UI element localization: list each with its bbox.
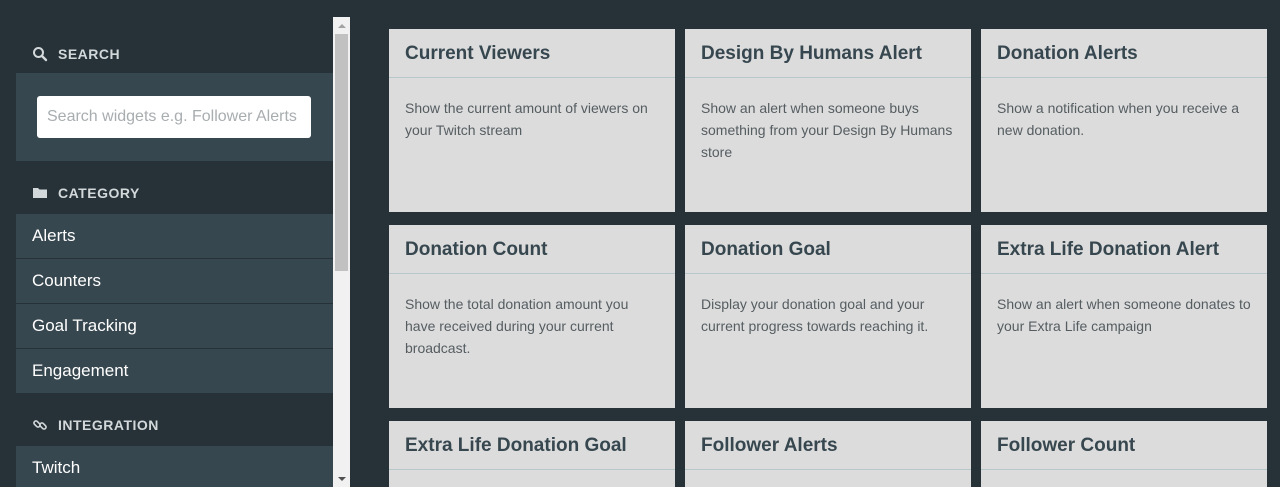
widget-card-follower-count[interactable]: Follower Count [981,421,1267,487]
search-header-label: SEARCH [58,46,121,62]
integration-section-header: INTEGRATION [32,417,159,433]
widget-card-donation-alerts[interactable]: Donation Alerts Show a notification when… [981,29,1267,212]
category-section-header: CATEGORY [32,185,140,201]
search-section-header: SEARCH [32,46,120,62]
widget-card-donation-goal[interactable]: Donation Goal Display your donation goal… [685,225,971,408]
app-root: SEARCH CATEGORY Alerts Counters Goal Tra… [0,0,1280,487]
sidebar-item-alerts[interactable]: Alerts [16,214,333,258]
widget-card-title: Extra Life Donation Alert [981,225,1267,274]
widget-card-title: Donation Alerts [981,29,1267,78]
widget-card-title: Donation Goal [685,225,971,274]
sidebar-item-label: Alerts [32,226,76,245]
search-box [16,73,333,161]
sidebar: SEARCH CATEGORY Alerts Counters Goal Tra… [0,0,333,487]
widget-card-description: Show a notification when you receive a n… [997,100,1240,138]
widget-card-title: Donation Count [389,225,675,274]
scroll-down-arrow-icon[interactable] [333,470,350,487]
widget-card-extra-life-donation-alert[interactable]: Extra Life Donation Alert Show an alert … [981,225,1267,408]
widget-card-follower-alerts[interactable]: Follower Alerts [685,421,971,487]
category-list: Alerts Counters Goal Tracking Engagement [16,214,333,394]
widget-card-description: Show an alert when someone donates to yo… [997,296,1251,334]
widget-card-current-viewers[interactable]: Current Viewers Show the current amount … [389,29,675,212]
widget-card-description: Display your donation goal and your curr… [701,296,929,334]
widget-card-donation-count[interactable]: Donation Count Show the total donation a… [389,225,675,408]
widget-card-title: Current Viewers [389,29,675,78]
widget-card-title: Follower Alerts [685,421,971,470]
scroll-thumb[interactable] [335,34,348,271]
category-header-label: CATEGORY [58,185,140,201]
widget-card-extra-life-donation-goal[interactable]: Extra Life Donation Goal [389,421,675,487]
search-input[interactable] [37,96,311,138]
widget-card-title: Extra Life Donation Goal [389,421,675,470]
folder-icon [32,185,48,201]
widget-card-description: Show the total donation amount you have … [405,296,629,356]
sidebar-item-counters[interactable]: Counters [16,259,333,303]
widget-card-title: Design By Humans Alert [685,29,971,78]
search-icon [32,46,48,62]
sidebar-item-label: Counters [32,271,101,290]
sidebar-item-label: Engagement [32,361,129,380]
integration-header-label: INTEGRATION [58,417,159,433]
sidebar-item-goal-tracking[interactable]: Goal Tracking [16,304,333,348]
widget-card-description: Show the current amount of viewers on yo… [405,100,648,138]
widget-card-description: Show an alert when someone buys somethin… [701,100,953,160]
widget-card-title: Follower Count [981,421,1267,470]
sidebar-item-label: Goal Tracking [32,316,137,335]
sidebar-scrollbar[interactable] [333,17,350,487]
sidebar-item-label: Twitch [32,458,81,477]
scroll-up-arrow-icon[interactable] [333,17,350,34]
sidebar-item-twitch[interactable]: Twitch [16,446,333,487]
widget-card-design-by-humans-alert[interactable]: Design By Humans Alert Show an alert whe… [685,29,971,212]
link-icon [32,417,48,433]
sidebar-item-engagement[interactable]: Engagement [16,349,333,393]
integration-list: Twitch [16,446,333,487]
